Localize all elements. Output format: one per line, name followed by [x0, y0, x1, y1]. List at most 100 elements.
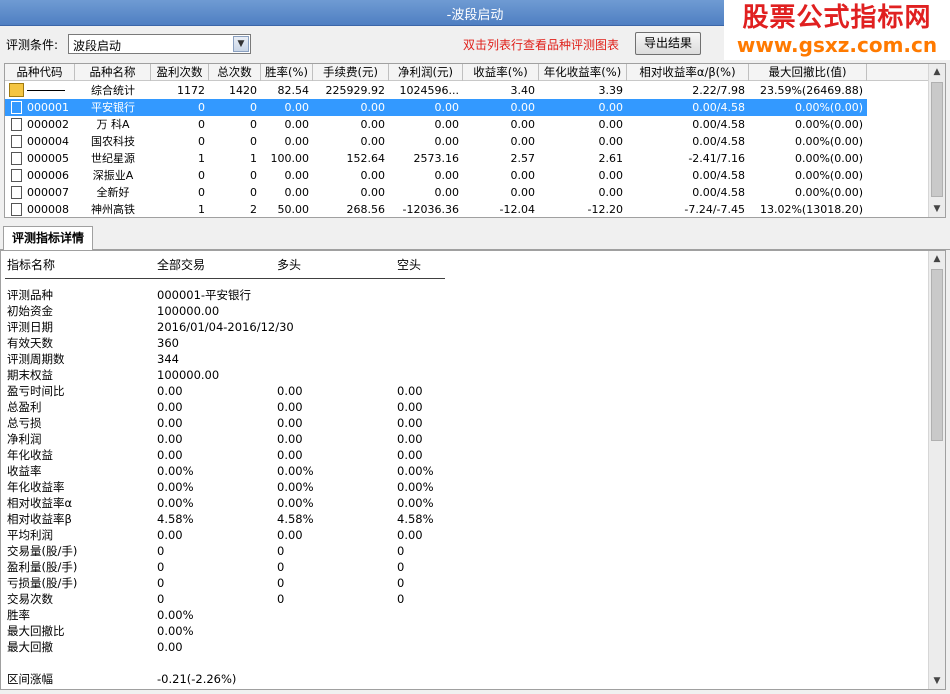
grid-header: 品种代码 品种名称 盈利次数 总次数 胜率(%) 手续费(元) 净利润(元) 收益率(%) 年化…: [5, 64, 929, 81]
watermark-line1: 股票公式指标网: [742, 3, 932, 33]
cell-name: 神州高铁: [91, 203, 135, 216]
detail-row: 净利润 0.00 0.00 0.00: [1, 431, 921, 447]
chevron-down-icon[interactable]: ▼: [233, 36, 249, 52]
cell-annual: 0.00: [598, 101, 624, 114]
detail-cell-short: 0.00: [397, 432, 423, 446]
cell-annual: 0.00: [598, 135, 624, 148]
cell-ret: 0.00: [510, 101, 536, 114]
detail-panel: 指标名称 全部交易 多头 空头 评测品种 000001-平安银行 初始资金 100000.0…: [0, 250, 946, 690]
cell-code: 000004: [27, 135, 69, 148]
column-header[interactable]: 总次数: [209, 64, 261, 81]
cell-net: 0.00: [434, 135, 460, 148]
detail-row: 有效天数 360: [1, 335, 921, 351]
cell-ret: -12.04: [499, 203, 535, 216]
detail-cell-all: 4.58%: [157, 512, 194, 526]
detail-cell-name: 交易次数: [7, 592, 53, 606]
detail-cell-short: 0.00%: [397, 480, 434, 494]
table-row[interactable]: 000002 万 科A 0 0 0.00 0.00 0.00 0.00 0.00 0.00/4.5…: [5, 116, 867, 133]
cell-ab: -7.24/-7.45: [684, 203, 745, 216]
detail-row: 最大回撤比 0.00%: [1, 623, 921, 639]
cell-ret: 2.57: [510, 152, 536, 165]
table-row[interactable]: 000006 深振业A 0 0 0.00 0.00 0.00 0.00 0.00 0.00/4.5…: [5, 167, 867, 184]
grid-scrollbar[interactable]: ▲ ▼: [928, 64, 945, 217]
cell-net: -12036.36: [402, 203, 459, 216]
column-header[interactable]: 收益率(%): [463, 64, 539, 81]
detail-cell-all: 0.00: [157, 416, 183, 430]
tab-detail[interactable]: 评测指标详情: [3, 226, 93, 250]
detail-cell-short: 0.00: [397, 400, 423, 414]
detail-cell-name: 净利润: [7, 432, 42, 446]
detail-cell-long: 0.00: [277, 384, 303, 398]
summary-row[interactable]: 综合统计 1172 1420 82.54 225929.92 1024596... 3.40…: [5, 82, 867, 99]
detail-cell-name: 交易量(股/手): [7, 544, 78, 558]
column-header[interactable]: 胜率(%): [261, 64, 313, 81]
detail-cell-all: 100000.00: [157, 304, 220, 318]
scroll-up-icon[interactable]: ▲: [929, 64, 945, 80]
cell-fee: 268.56: [346, 203, 386, 216]
detail-row: 总亏损 0.00 0.00 0.00: [1, 415, 921, 431]
detail-cell-long: 0.00: [277, 400, 303, 414]
detail-scrollbar[interactable]: ▲ ▼: [928, 251, 945, 689]
cell-total: 0: [250, 101, 257, 114]
cell-net: 0.00: [434, 101, 460, 114]
cell-ab: 0.00/4.58: [692, 101, 745, 114]
cell-win: 1: [198, 152, 205, 165]
cell-name: 全新好: [96, 186, 130, 199]
cell-code: 000001: [27, 101, 69, 114]
detail-cell-long: 0: [277, 576, 285, 590]
detail-cell-name: 总亏损: [7, 416, 42, 430]
table-row[interactable]: 000001 平安银行 0 0 0.00 0.00 0.00 0.00 0.00 0.00/4.5…: [5, 99, 867, 116]
detail-row: 盈利量(股/手) 0 0 0: [1, 559, 921, 575]
cell-dd: 0.00%(0.00): [794, 118, 863, 131]
detail-cell-all: 0.00%: [157, 608, 194, 622]
cell-win: 1: [198, 203, 205, 216]
table-row[interactable]: 000005 世纪星源 1 1 100.00 152.64 2573.16 2.57 2.61 -…: [5, 150, 867, 167]
detail-cell-long: 0.00%: [277, 480, 314, 494]
detail-cell-long: 0.00: [277, 448, 303, 462]
cell-rate: 82.54: [277, 84, 310, 97]
cell-ab: 0.00/4.58: [692, 186, 745, 199]
detail-row: 盈亏时间比 0.00 0.00 0.00: [1, 383, 921, 399]
detail-cell-all: 0.00: [157, 384, 183, 398]
column-header[interactable]: 盈利次数: [151, 64, 209, 81]
cell-dd: 0.00%(0.00): [794, 152, 863, 165]
table-row[interactable]: 000008 神州高铁 1 2 50.00 268.56 -12036.36 -12.04 -1…: [5, 201, 867, 217]
detail-cell-all: 0.00: [157, 400, 183, 414]
scroll-up-icon[interactable]: ▲: [929, 251, 945, 267]
cell-code: [5, 82, 75, 99]
column-header[interactable]: 品种名称: [75, 64, 151, 81]
column-header[interactable]: 最大回撤比(值): [749, 64, 867, 81]
detail-cell-long: 0.00%: [277, 496, 314, 510]
detail-cell-all: 0: [157, 592, 165, 606]
scroll-down-icon[interactable]: ▼: [929, 201, 945, 217]
scroll-thumb[interactable]: [931, 82, 943, 197]
export-button[interactable]: 导出结果: [635, 32, 701, 55]
cell-dd: 0.00%(0.00): [794, 169, 863, 182]
column-header[interactable]: 净利润(元): [389, 64, 463, 81]
cell-rate: 50.00: [277, 203, 310, 216]
column-header[interactable]: 品种代码: [5, 64, 75, 81]
column-header[interactable]: 相对收益率α/β(%): [627, 64, 749, 81]
cell-rate: 0.00: [284, 101, 310, 114]
condition-select[interactable]: 波段启动 ▼: [68, 34, 251, 54]
column-header[interactable]: 年化收益率(%): [539, 64, 627, 81]
detail-cell-long: 0: [277, 544, 285, 558]
detail-cell-long: 0.00: [277, 528, 303, 542]
detail-cell-short: 0: [397, 576, 405, 590]
hint-text: 双击列表行查看品种评测图表: [463, 38, 620, 52]
cell-code: 000008: [27, 203, 69, 216]
column-header[interactable]: 手续费(元): [313, 64, 389, 81]
detail-cell-all: 2016/01/04-2016/12/30: [157, 320, 294, 334]
scroll-thumb[interactable]: [931, 269, 943, 441]
detail-row: 相对收益率α 0.00% 0.00% 0.00%: [1, 495, 921, 511]
table-row[interactable]: 000004 国农科技 0 0 0.00 0.00 0.00 0.00 0.00 0.00/4.5…: [5, 133, 867, 150]
detail-cell-short: 0.00: [397, 416, 423, 430]
detail-cell-short: 0.00: [397, 384, 423, 398]
detail-cell-name: 平均利润: [7, 528, 53, 542]
results-grid[interactable]: 品种代码 品种名称 盈利次数 总次数 胜率(%) 手续费(元) 净利润(元) 收益率(%) 年化…: [4, 63, 946, 218]
detail-cell-all: -0.21(-2.26%): [157, 672, 237, 686]
table-row[interactable]: 000007 全新好 0 0 0.00 0.00 0.00 0.00 0.00 0.00/4.58…: [5, 184, 867, 201]
scroll-down-icon[interactable]: ▼: [929, 673, 945, 689]
detail-row: 年化收益 0.00 0.00 0.00: [1, 447, 921, 463]
cell-total: 0: [250, 135, 257, 148]
